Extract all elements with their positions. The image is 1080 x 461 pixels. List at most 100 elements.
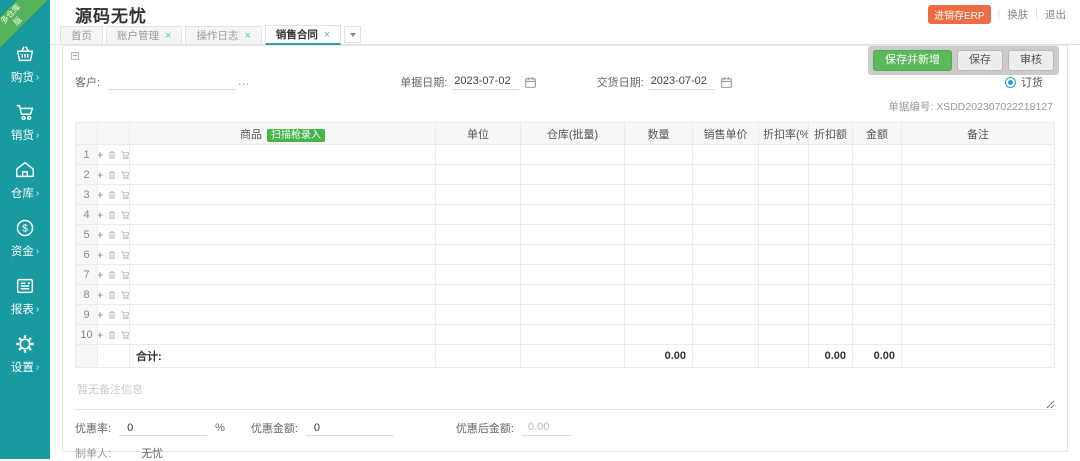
remark-cell[interactable] bbox=[902, 265, 1055, 285]
discount-amount-cell[interactable] bbox=[809, 145, 853, 165]
product-cell[interactable] bbox=[130, 325, 436, 345]
amount-cell[interactable] bbox=[853, 225, 902, 245]
add-row-icon[interactable]: + bbox=[98, 230, 104, 240]
warehouse-cell[interactable] bbox=[521, 285, 625, 305]
quantity-cell[interactable] bbox=[625, 145, 693, 165]
quantity-cell[interactable] bbox=[625, 285, 693, 305]
select-product-cart-icon[interactable] bbox=[120, 310, 130, 320]
quantity-cell[interactable] bbox=[625, 305, 693, 325]
delete-row-icon[interactable] bbox=[107, 310, 117, 320]
unit-cell[interactable] bbox=[436, 285, 521, 305]
customer-picker-button[interactable]: ... bbox=[238, 76, 250, 88]
discount-amount-cell[interactable] bbox=[809, 305, 853, 325]
product-cell[interactable] bbox=[130, 205, 436, 225]
unit-cell[interactable] bbox=[436, 185, 521, 205]
amount-cell[interactable] bbox=[853, 325, 902, 345]
discount-rate-cell[interactable] bbox=[759, 245, 809, 265]
discount-rate-cell[interactable] bbox=[759, 285, 809, 305]
discount-amount-cell[interactable] bbox=[809, 325, 853, 345]
sidebar-item-settings[interactable]: 设置› bbox=[0, 326, 50, 384]
remark-cell[interactable] bbox=[902, 305, 1055, 325]
warehouse-cell[interactable] bbox=[521, 325, 625, 345]
sidebar-item-reports[interactable]: 报表› bbox=[0, 268, 50, 326]
select-product-cart-icon[interactable] bbox=[120, 210, 130, 220]
discount-rate-cell[interactable] bbox=[759, 205, 809, 225]
amount-cell[interactable] bbox=[853, 205, 902, 225]
logout-link[interactable]: 退出 bbox=[1045, 7, 1066, 22]
sale-price-cell[interactable] bbox=[693, 305, 759, 325]
tab-list-dropdown[interactable] bbox=[344, 26, 361, 43]
amount-cell[interactable] bbox=[853, 265, 902, 285]
delete-row-icon[interactable] bbox=[107, 170, 117, 180]
product-cell[interactable] bbox=[130, 165, 436, 185]
unit-cell[interactable] bbox=[436, 165, 521, 185]
discount-rate-cell[interactable] bbox=[759, 225, 809, 245]
warehouse-cell[interactable] bbox=[521, 265, 625, 285]
close-icon[interactable]: × bbox=[244, 30, 250, 42]
quantity-cell[interactable] bbox=[625, 245, 693, 265]
radio-selected-icon[interactable] bbox=[1005, 77, 1016, 88]
amount-cell[interactable] bbox=[853, 185, 902, 205]
sidebar-item-sales[interactable]: 销货› bbox=[0, 94, 50, 152]
warehouse-cell[interactable] bbox=[521, 185, 625, 205]
delete-row-icon[interactable] bbox=[107, 290, 117, 300]
add-row-icon[interactable]: + bbox=[98, 290, 104, 300]
select-product-cart-icon[interactable] bbox=[120, 330, 130, 340]
amount-cell[interactable] bbox=[853, 245, 902, 265]
product-cell[interactable] bbox=[130, 245, 436, 265]
delete-row-icon[interactable] bbox=[107, 210, 117, 220]
sale-price-cell[interactable] bbox=[693, 245, 759, 265]
sale-price-cell[interactable] bbox=[693, 185, 759, 205]
add-row-icon[interactable]: + bbox=[98, 310, 104, 320]
discount-rate-cell[interactable] bbox=[759, 265, 809, 285]
remark-cell[interactable] bbox=[902, 165, 1055, 185]
delete-row-icon[interactable] bbox=[107, 150, 117, 160]
unit-cell[interactable] bbox=[436, 265, 521, 285]
discount-amount-cell[interactable] bbox=[809, 165, 853, 185]
product-cell[interactable] bbox=[130, 305, 436, 325]
unit-cell[interactable] bbox=[436, 305, 521, 325]
warehouse-cell[interactable] bbox=[521, 205, 625, 225]
select-product-cart-icon[interactable] bbox=[120, 230, 130, 240]
discount-rate-cell[interactable] bbox=[759, 185, 809, 205]
quantity-cell[interactable] bbox=[625, 225, 693, 245]
discount-rate-input[interactable] bbox=[119, 421, 207, 436]
unit-cell[interactable] bbox=[436, 205, 521, 225]
order-type-radio[interactable]: 订货 bbox=[1005, 74, 1043, 90]
quantity-cell[interactable] bbox=[625, 165, 693, 185]
unit-cell[interactable] bbox=[436, 225, 521, 245]
discount-amount-cell[interactable] bbox=[809, 265, 853, 285]
select-product-cart-icon[interactable] bbox=[120, 290, 130, 300]
add-row-icon[interactable]: + bbox=[98, 270, 104, 280]
save-and-new-button[interactable]: 保存并新增 bbox=[873, 50, 952, 71]
discount-amount-input[interactable] bbox=[306, 421, 394, 436]
tab-home[interactable]: 首页 bbox=[60, 26, 103, 44]
delete-row-icon[interactable] bbox=[107, 250, 117, 260]
discount-rate-cell[interactable] bbox=[759, 325, 809, 345]
scan-gun-entry-badge[interactable]: 扫描枪录入 bbox=[267, 129, 325, 142]
discount-amount-cell[interactable] bbox=[809, 185, 853, 205]
remark-cell[interactable] bbox=[902, 325, 1055, 345]
sale-price-cell[interactable] bbox=[693, 145, 759, 165]
change-skin-link[interactable]: 换肤 bbox=[1007, 7, 1028, 22]
sidebar-item-purchase[interactable]: 购货› bbox=[0, 36, 50, 94]
select-product-cart-icon[interactable] bbox=[120, 170, 130, 180]
product-cell[interactable] bbox=[130, 225, 436, 245]
quantity-cell[interactable] bbox=[625, 325, 693, 345]
calendar-icon[interactable] bbox=[720, 76, 733, 89]
tab-sales-contract[interactable]: 销售合同 × bbox=[265, 25, 341, 45]
remark-cell[interactable] bbox=[902, 225, 1055, 245]
amount-cell[interactable] bbox=[853, 305, 902, 325]
delivery-date-value[interactable]: 2023-07-02 bbox=[649, 74, 715, 90]
add-row-icon[interactable]: + bbox=[98, 330, 104, 340]
discount-rate-cell[interactable] bbox=[759, 145, 809, 165]
warehouse-cell[interactable] bbox=[521, 305, 625, 325]
audit-button[interactable]: 审核 bbox=[1008, 50, 1054, 71]
sidebar-item-funds[interactable]: $ 资金› bbox=[0, 210, 50, 268]
discount-amount-cell[interactable] bbox=[809, 245, 853, 265]
sidebar-item-warehouse[interactable]: 仓库› bbox=[0, 152, 50, 210]
discount-amount-cell[interactable] bbox=[809, 225, 853, 245]
delete-row-icon[interactable] bbox=[107, 330, 117, 340]
bill-date-value[interactable]: 2023-07-02 bbox=[452, 74, 518, 90]
select-product-cart-icon[interactable] bbox=[120, 270, 130, 280]
